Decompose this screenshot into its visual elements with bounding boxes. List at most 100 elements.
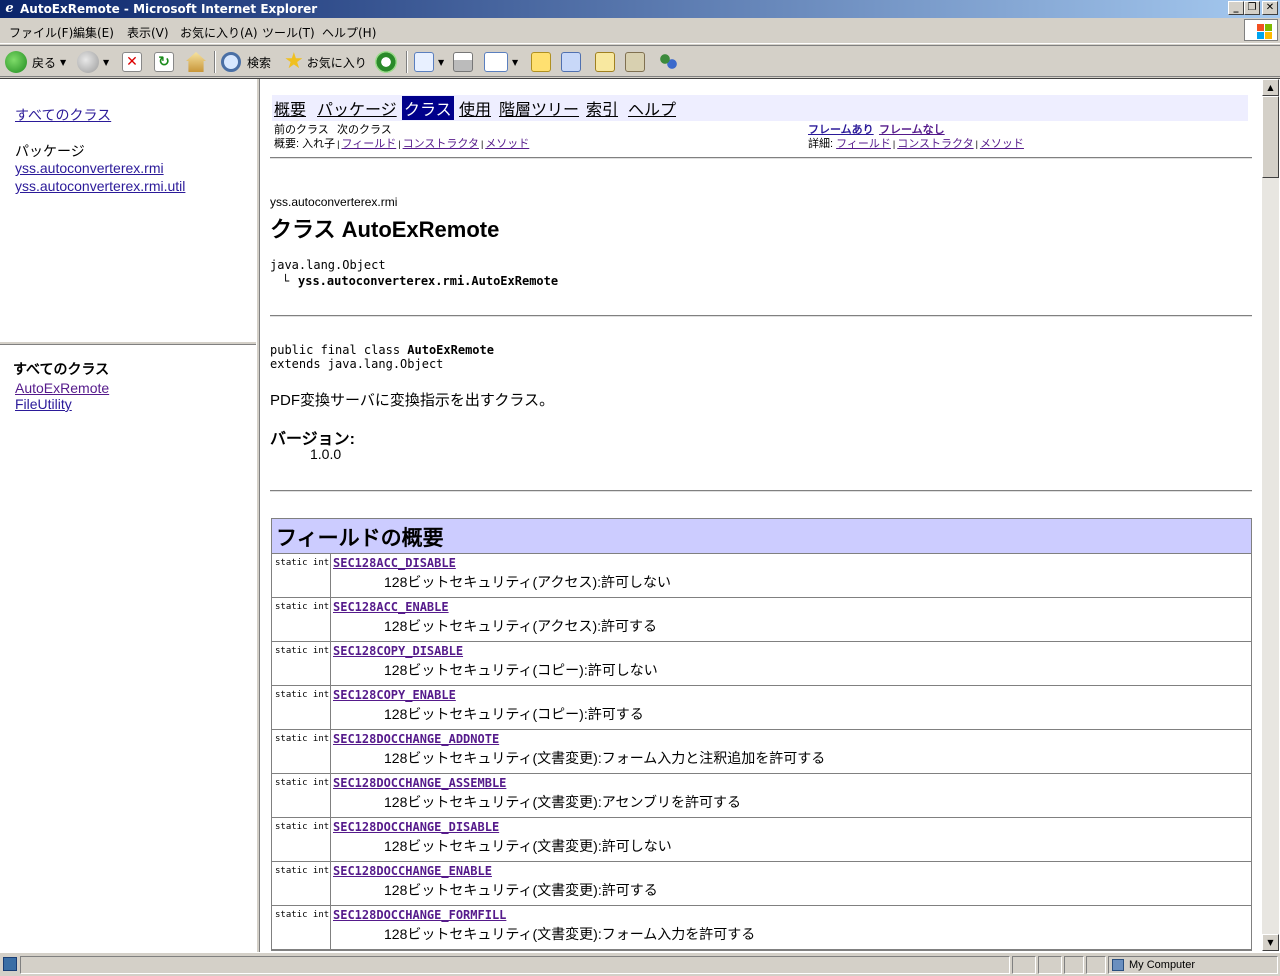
vertical-scrollbar[interactable]: ▲ ▼ (1262, 79, 1279, 951)
divider (270, 315, 1252, 317)
field-type: static int (272, 818, 331, 861)
field-name-link[interactable]: SEC128ACC_ENABLE (333, 600, 1251, 616)
table-row: static int SEC128COPY_DISABLE 128ビットセキュリティ… (272, 642, 1251, 686)
minimize-button[interactable]: _ (1228, 1, 1244, 15)
field-type: static int (272, 906, 331, 949)
printer-icon (453, 52, 473, 72)
chevron-down-icon[interactable]: ▼ (60, 58, 66, 67)
menu-help[interactable]: ヘルプ(H) (322, 24, 376, 41)
history-button[interactable] (375, 49, 397, 75)
stop-button[interactable]: ✕ (122, 49, 142, 75)
scroll-down-icon[interactable]: ▼ (1262, 934, 1279, 951)
field-cell: SEC128ACC_DISABLE 128ビットセキュリティ(アクセス):許可しな… (331, 554, 1251, 597)
refresh-icon: ↻ (154, 52, 174, 72)
summary-field-link[interactable]: フィールド (341, 138, 396, 150)
chevron-down-icon[interactable]: ▼ (438, 58, 444, 67)
menu-file[interactable]: ファイル(F) (9, 24, 73, 41)
field-type: static int (272, 774, 331, 817)
print-button[interactable] (453, 49, 473, 75)
field-description: 128ビットセキュリティ(文書変更):許可しない (384, 838, 672, 854)
notes-button[interactable] (531, 49, 551, 75)
detail-method-link[interactable]: メソッド (980, 138, 1024, 150)
forward-button[interactable]: ▼ (77, 49, 109, 75)
field-name-link[interactable]: SEC128DOCCHANGE_ADDNOTE (333, 732, 1251, 748)
field-cell: SEC128ACC_ENABLE 128ビットセキュリティ(アクセス):許可する (331, 598, 1251, 641)
browser-viewport: すべてのクラス パッケージ yss.autoconverterex.rmi ys… (0, 78, 1280, 953)
field-description: 128ビットセキュリティ(コピー):許可しない (384, 662, 658, 678)
note-icon (531, 52, 551, 72)
refresh-button[interactable]: ↻ (154, 49, 174, 75)
messenger-button[interactable] (561, 49, 581, 75)
summary-method-link[interactable]: メソッド (485, 138, 529, 150)
scroll-up-icon[interactable]: ▲ (1262, 79, 1279, 96)
table-row: static int SEC128COPY_ENABLE 128ビットセキュリティ(… (272, 686, 1251, 730)
all-classes-link[interactable]: すべてのクラス (15, 105, 111, 125)
field-name-link[interactable]: SEC128DOCCHANGE_DISABLE (333, 820, 1251, 836)
links-button[interactable] (595, 49, 615, 75)
favorites-button[interactable]: ★ お気に入り (284, 49, 367, 75)
favorites-label: お気に入り (306, 55, 367, 70)
table-row: static int SEC128ACC_ENABLE 128ビットセキュリティ(ア… (272, 598, 1251, 642)
field-type: static int (272, 862, 331, 905)
summary-constructor-link[interactable]: コンストラクタ (403, 138, 479, 150)
menu-favorites[interactable]: お気に入り(A) (180, 24, 258, 41)
research-icon (625, 52, 645, 72)
package-link[interactable]: yss.autoconverterex.rmi (15, 160, 164, 176)
field-description: 128ビットセキュリティ(アクセス):許可する (384, 618, 658, 634)
field-type: static int (272, 730, 331, 773)
field-name-link[interactable]: SEC128ACC_DISABLE (333, 556, 1251, 572)
search-button[interactable]: 検索 (221, 49, 271, 75)
detail-links: 詳細: フィールド | コンストラクタ | メソッド (808, 138, 1024, 150)
home-button[interactable] (186, 49, 206, 75)
nav-class: クラス (402, 96, 454, 120)
menu-tools[interactable]: ツール(T) (262, 24, 315, 41)
chevron-down-icon[interactable]: ▼ (512, 58, 518, 67)
hierarchy-child: yss.autoconverterex.rmi.AutoExRemote (298, 274, 559, 288)
research-button[interactable] (625, 49, 645, 75)
nav-package[interactable]: パッケージ (317, 96, 397, 120)
detail-constructor-link[interactable]: コンストラクタ (897, 138, 973, 150)
field-name-link[interactable]: SEC128COPY_ENABLE (333, 688, 1251, 704)
class-description: PDF変換サーバに変換指示を出すクラス。 (270, 392, 555, 409)
class-link[interactable]: FileUtility (15, 396, 72, 412)
field-cell: SEC128COPY_ENABLE 128ビットセキュリティ(コピー):許可する (331, 686, 1251, 729)
nav-index[interactable]: 索引 (586, 96, 618, 120)
scroll-thumb[interactable] (1262, 96, 1279, 178)
class-link[interactable]: AutoExRemote (15, 380, 109, 396)
detail-field-link[interactable]: フィールド (836, 138, 891, 150)
field-name-link[interactable]: SEC128DOCCHANGE_FORMFILL (333, 908, 1251, 924)
edit-button[interactable]: ▼ (484, 49, 518, 75)
chevron-down-icon[interactable]: ▼ (103, 58, 109, 67)
field-cell: SEC128DOCCHANGE_ADDNOTE 128ビットセキュリティ(文書変更… (331, 730, 1251, 773)
table-row: static int SEC128DOCCHANGE_ENABLE 128ビットセキ… (272, 862, 1251, 906)
close-button[interactable]: ✕ (1262, 1, 1278, 15)
menu-view[interactable]: 表示(V) (127, 24, 169, 41)
field-description: 128ビットセキュリティ(文書変更):許可する (384, 882, 658, 898)
mail-button[interactable]: ▼ (414, 49, 444, 75)
field-name-link[interactable]: SEC128COPY_DISABLE (333, 644, 1251, 660)
status-pane (1064, 956, 1084, 974)
security-zone: My Computer (1108, 956, 1278, 974)
field-type: static int (272, 642, 331, 685)
window-title: AutoExRemote - Microsoft Internet Explor… (20, 2, 318, 16)
field-name-link[interactable]: SEC128DOCCHANGE_ASSEMBLE (333, 776, 1251, 792)
package-link[interactable]: yss.autoconverterex.rmi.util (15, 178, 185, 194)
nav-overview[interactable]: 概要 (274, 96, 306, 120)
field-type: static int (272, 554, 331, 597)
field-description: 128ビットセキュリティ(文書変更):フォーム入力と注釈追加を許可する (384, 750, 826, 766)
back-button[interactable]: 戻る ▼ (5, 49, 66, 75)
table-row: static int SEC128ACC_DISABLE 128ビットセキュリティ(… (272, 554, 1251, 598)
restore-button[interactable]: ❐ (1244, 1, 1260, 15)
field-description: 128ビットセキュリティ(文書変更):フォーム入力を許可する (384, 926, 756, 942)
nav-help[interactable]: ヘルプ (628, 96, 676, 120)
search-label: 検索 (247, 55, 272, 70)
class-declaration: public final class AutoExRemote (270, 343, 494, 357)
field-name-link[interactable]: SEC128DOCCHANGE_ENABLE (333, 864, 1251, 880)
zone-label: My Computer (1129, 959, 1196, 971)
edit-page-icon (484, 52, 508, 72)
menu-edit[interactable]: 編集(E) (73, 24, 114, 41)
nav-tree[interactable]: 階層ツリー (499, 96, 579, 120)
contacts-button[interactable] (658, 49, 678, 75)
nav-use[interactable]: 使用 (459, 96, 491, 120)
field-description: 128ビットセキュリティ(文書変更):アセンブリを許可する (384, 794, 742, 810)
